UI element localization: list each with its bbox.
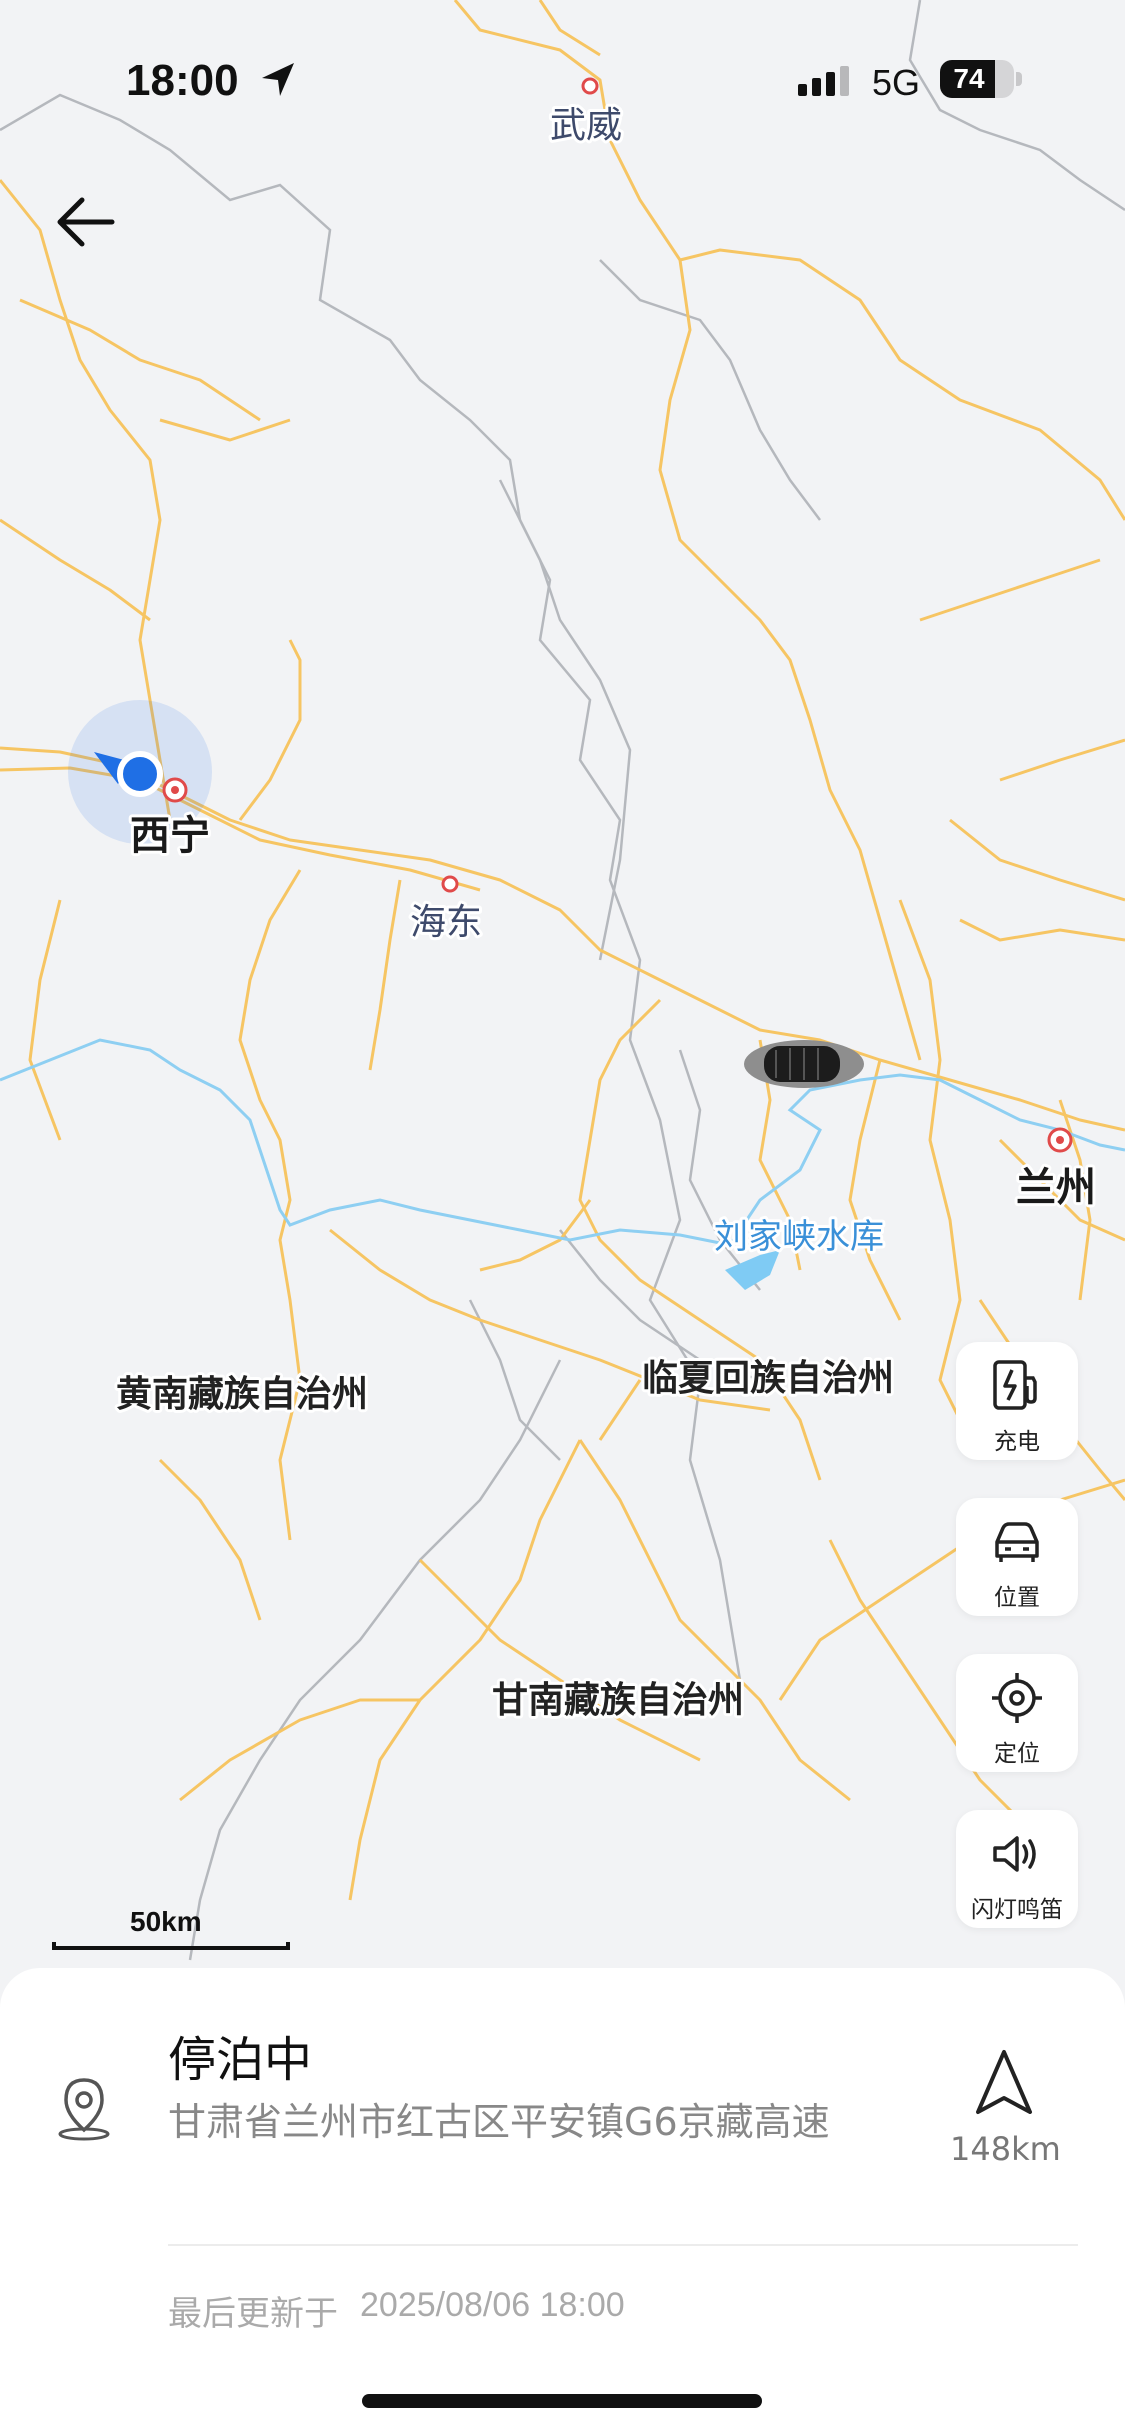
battery-percent: 74 bbox=[953, 63, 985, 94]
distance-to-vehicle[interactable]: 148km bbox=[950, 2130, 1061, 2168]
locate-label: 定位 bbox=[994, 1741, 1040, 1767]
battery-cap bbox=[1016, 72, 1022, 86]
city-label-lanzhou: 兰州 bbox=[1016, 1165, 1096, 1211]
crosshair-icon bbox=[992, 1673, 1042, 1723]
battery-icon: 74 bbox=[940, 60, 1014, 98]
parking-status: 停泊中 bbox=[168, 2032, 313, 2088]
region-label-gannan: 甘南藏族自治州 bbox=[492, 1680, 744, 1721]
location-pin-icon bbox=[58, 2078, 110, 2141]
flash-horn-label: 闪灯鸣笛 bbox=[971, 1897, 1063, 1923]
car-icon[interactable] bbox=[744, 1040, 864, 1088]
arrow-left-icon bbox=[57, 197, 115, 247]
panel-divider bbox=[168, 2244, 1078, 2246]
map-scale: 50km bbox=[52, 1906, 292, 1950]
scale-label: 50km bbox=[130, 1906, 202, 1937]
last-updated-label: 最后更新于 bbox=[168, 2294, 338, 2334]
user-location-dot bbox=[117, 751, 163, 797]
back-button[interactable] bbox=[48, 186, 128, 266]
charging-station-icon bbox=[993, 1360, 1037, 1410]
last-updated-time: 2025/08/06 18:00 bbox=[360, 2286, 625, 2324]
signal-icon bbox=[798, 66, 849, 96]
position-button[interactable]: 位置 bbox=[956, 1498, 1078, 1616]
navigate-icon[interactable] bbox=[972, 2048, 1036, 2118]
charge-label: 充电 bbox=[994, 1429, 1040, 1455]
water-label-liujiaxia: 刘家峡水库 bbox=[714, 1217, 884, 1257]
position-label: 位置 bbox=[994, 1585, 1040, 1611]
region-label-huangnan: 黄南藏族自治州 bbox=[116, 1374, 368, 1415]
status-time: 18:00 bbox=[126, 56, 239, 105]
vehicle-status-panel: 停泊中 甘肃省兰州市红古区平安镇G6京藏高速 148km 最后更新于 2025/… bbox=[0, 1968, 1125, 2436]
vehicle-address: 甘肃省兰州市红古区平安镇G6京藏高速 bbox=[168, 2100, 830, 2144]
flash-horn-button[interactable]: 闪灯鸣笛 bbox=[956, 1810, 1078, 1928]
region-label-linxia: 临夏回族自治州 bbox=[642, 1358, 894, 1399]
charge-button[interactable]: 充电 bbox=[956, 1342, 1078, 1460]
city-label-xining: 西宁 bbox=[130, 813, 210, 859]
location-arrow-icon bbox=[262, 63, 294, 96]
network-type: 5G bbox=[872, 62, 921, 103]
status-bar: 18:00 5G 74 bbox=[0, 56, 1125, 112]
speaker-icon bbox=[993, 1836, 1036, 1872]
scale-bar bbox=[52, 1942, 290, 1950]
city-label-haidong: 海东 bbox=[410, 902, 482, 943]
car-front-icon bbox=[995, 1522, 1039, 1562]
locate-button[interactable]: 定位 bbox=[956, 1654, 1078, 1772]
home-indicator[interactable] bbox=[362, 2394, 762, 2408]
